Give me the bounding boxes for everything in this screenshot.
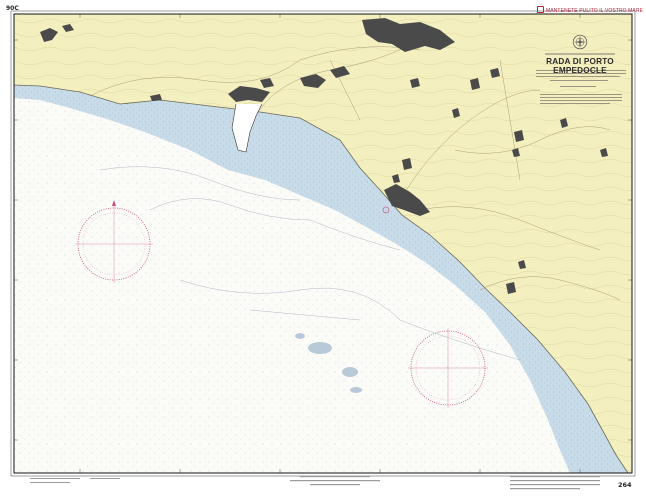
title-rule	[545, 53, 615, 55]
keep-clean-banner: MANTENETE PULITO IL VOSTRO MARE	[537, 6, 643, 14]
chart-graphic	[0, 0, 646, 500]
keep-clean-text: MANTENETE PULITO IL VOSTRO MARE	[546, 8, 644, 14]
chart-title-block: RADA DI PORTO EMPEDOCLE	[527, 34, 633, 75]
hydrographic-emblem-icon	[572, 34, 588, 50]
sheet-number: 264	[618, 481, 632, 489]
nautical-chart-sheet: 90C MANTENETE PULITO IL VOSTRO MARE RADA…	[0, 0, 646, 500]
chart-title: RADA DI PORTO EMPEDOCLE	[546, 56, 614, 75]
chart-corner-number: 90C	[6, 5, 19, 12]
recycle-icon	[537, 6, 544, 13]
